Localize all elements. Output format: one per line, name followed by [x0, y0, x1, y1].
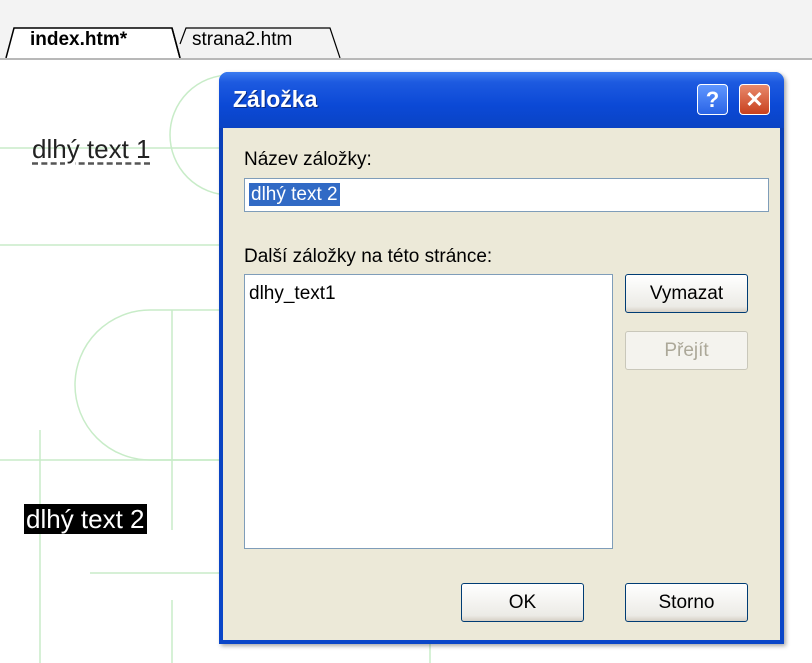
- selected-text-dlhy-text-2[interactable]: dlhý text 2: [24, 504, 147, 534]
- tab-strana2-htm[interactable]: strana2.htm: [192, 29, 292, 51]
- close-button[interactable]: ✕: [739, 84, 770, 115]
- dialog-title: Záložka: [233, 86, 318, 112]
- bookmark-dialog: Záložka ? ✕ Název záložky: dlhý text 2 D…: [219, 72, 784, 644]
- bookmark-name-label: Název záložky:: [244, 149, 372, 170]
- delete-button[interactable]: Vymazat: [625, 274, 748, 313]
- bookmark-name-value: dlhý text 2: [249, 183, 340, 206]
- goto-button[interactable]: Přejít: [625, 331, 748, 370]
- bookmark-anchor-text-1[interactable]: dlhý text 1: [32, 134, 151, 164]
- cancel-button[interactable]: Storno: [625, 583, 748, 622]
- tab-index-htm[interactable]: index.htm*: [30, 29, 127, 51]
- document-tab-strip: index.htm* strana2.htm: [0, 0, 812, 60]
- other-bookmarks-label: Další záložky na této stránce:: [244, 246, 493, 267]
- other-bookmarks-list[interactable]: dlhy_text1: [244, 274, 613, 549]
- bookmark-name-input[interactable]: dlhý text 2: [244, 178, 769, 212]
- ok-button[interactable]: OK: [461, 583, 584, 622]
- help-button[interactable]: ?: [697, 84, 728, 115]
- dialog-body: Název záložky: dlhý text 2 Další záložky…: [223, 128, 780, 640]
- close-icon: ✕: [745, 87, 764, 112]
- help-icon: ?: [705, 87, 720, 112]
- list-item[interactable]: dlhy_text1: [249, 283, 336, 305]
- dialog-titlebar[interactable]: Záložka ? ✕: [219, 72, 784, 128]
